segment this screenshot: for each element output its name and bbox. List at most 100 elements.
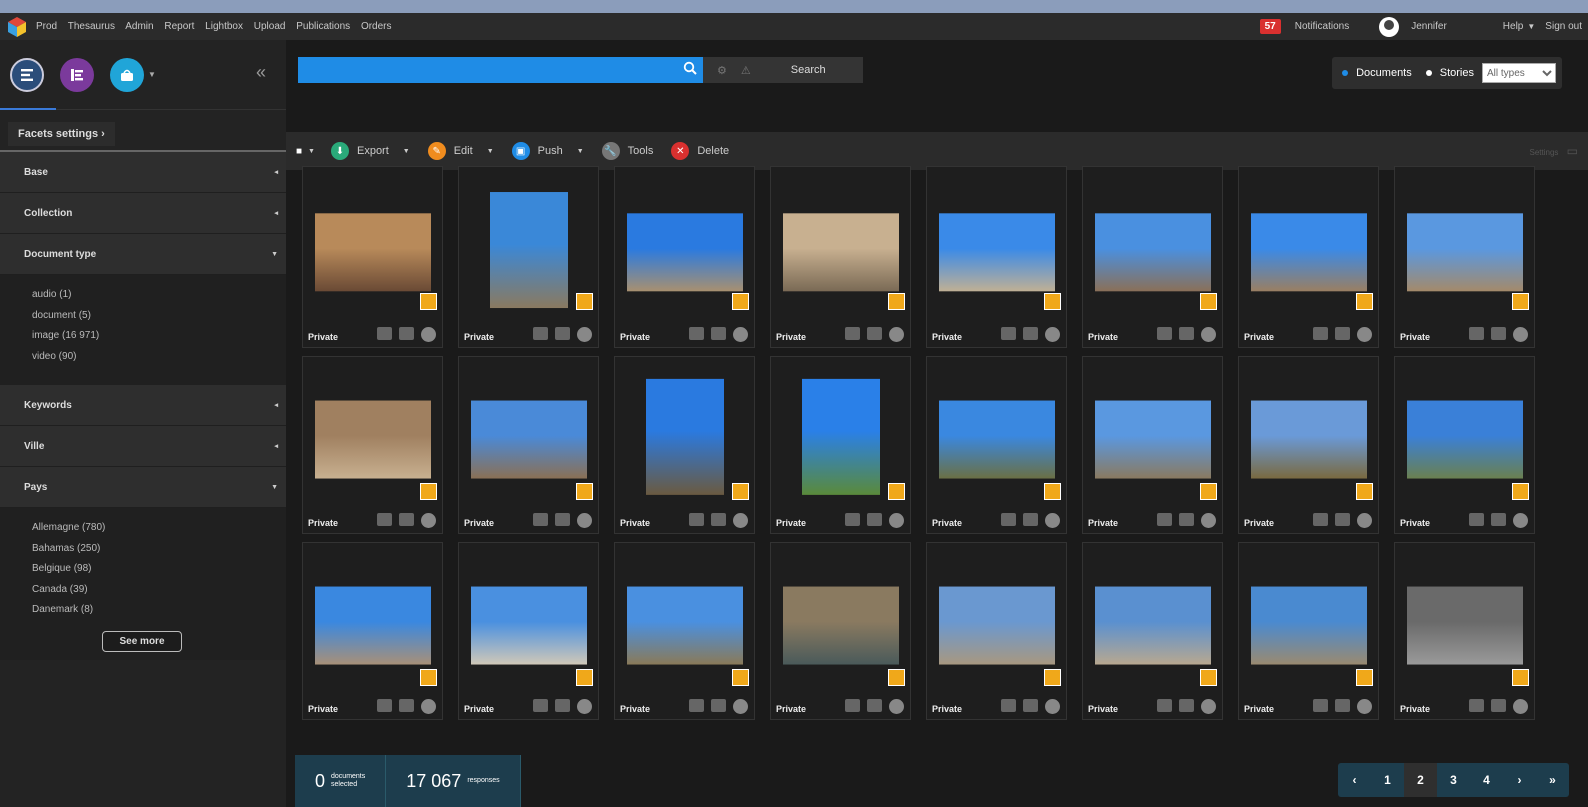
facet-base[interactable]: Base ◂	[0, 152, 286, 193]
card-menu-icon[interactable]	[533, 513, 548, 526]
pager-prev[interactable]: ‹	[1338, 763, 1371, 797]
pager-page-4[interactable]: 4	[1470, 763, 1503, 797]
info-icon[interactable]	[711, 327, 726, 340]
result-card[interactable]: Private	[1082, 166, 1223, 348]
more-icon[interactable]	[1357, 513, 1372, 528]
collapse-sidebar-icon[interactable]: «	[256, 62, 266, 83]
info-icon[interactable]	[399, 513, 414, 526]
info-icon[interactable]	[1179, 513, 1194, 526]
thumbnail-image[interactable]	[782, 213, 899, 292]
warning-icon[interactable]: ⚠	[741, 64, 751, 77]
thumbnail-image[interactable]	[314, 213, 431, 292]
card-menu-icon[interactable]	[1313, 327, 1328, 340]
facet-value[interactable]: audio (1)	[32, 289, 286, 310]
result-card[interactable]: Private	[302, 542, 443, 720]
result-card[interactable]: Private	[1394, 542, 1535, 720]
more-icon[interactable]	[889, 699, 904, 714]
settings-link[interactable]: Settings	[1530, 148, 1559, 157]
pager-next[interactable]: ›	[1503, 763, 1536, 797]
info-icon[interactable]	[1491, 513, 1506, 526]
card-menu-icon[interactable]	[377, 327, 392, 340]
result-card[interactable]: Private	[926, 356, 1067, 534]
help-menu[interactable]: Help	[1503, 21, 1524, 32]
pager-page-3[interactable]: 3	[1437, 763, 1470, 797]
nav-report[interactable]: Report	[164, 21, 194, 32]
settings-gear-icon[interactable]: ⚙	[717, 64, 727, 77]
thumbnail-image[interactable]	[1250, 213, 1367, 292]
facet-ville[interactable]: Ville ◂	[0, 426, 286, 467]
result-card[interactable]: Private	[458, 542, 599, 720]
facet-value[interactable]: Allemagne (780)	[32, 522, 286, 543]
select-caret-icon[interactable]: ▼	[308, 148, 315, 155]
monitor-icon[interactable]: ▭	[1567, 144, 1578, 158]
result-card[interactable]: Private	[614, 356, 755, 534]
app-logo-icon[interactable]	[6, 16, 28, 38]
result-card[interactable]: Private	[770, 356, 911, 534]
more-icon[interactable]	[1513, 513, 1528, 528]
result-card[interactable]: Private	[302, 356, 443, 534]
more-icon[interactable]	[421, 699, 436, 714]
card-menu-icon[interactable]	[1313, 513, 1328, 526]
thumbnail-image[interactable]	[626, 586, 743, 665]
more-icon[interactable]	[577, 699, 592, 714]
card-menu-icon[interactable]	[1157, 513, 1172, 526]
edit-button[interactable]: ✎ Edit ▼	[427, 142, 494, 160]
result-card[interactable]: Private	[1394, 166, 1535, 348]
result-card[interactable]: Private	[770, 542, 911, 720]
thumbnail-image[interactable]	[314, 586, 431, 665]
result-card[interactable]: Private	[1238, 542, 1379, 720]
more-icon[interactable]	[1513, 699, 1528, 714]
result-card[interactable]: Private	[770, 166, 911, 348]
pager-last[interactable]: »	[1536, 763, 1569, 797]
more-icon[interactable]	[1201, 327, 1216, 342]
card-menu-icon[interactable]	[377, 699, 392, 712]
facet-collection[interactable]: Collection ◂	[0, 193, 286, 234]
card-menu-icon[interactable]	[1001, 513, 1016, 526]
card-menu-icon[interactable]	[1157, 699, 1172, 712]
facet-value[interactable]: document (5)	[32, 310, 286, 331]
thumbnail-image[interactable]	[489, 192, 568, 309]
help-caret-icon[interactable]: ▼	[1527, 22, 1535, 31]
stories-option[interactable]: Stories	[1440, 67, 1474, 79]
facet-value[interactable]: Danemark (8)	[32, 604, 286, 625]
info-icon[interactable]	[867, 699, 882, 712]
result-card[interactable]: Private	[614, 166, 755, 348]
type-select[interactable]: All types	[1482, 63, 1556, 83]
thumbnail-image[interactable]	[801, 378, 880, 495]
pager-page-1[interactable]: 1	[1371, 763, 1404, 797]
edit-caret-icon[interactable]: ▼	[487, 148, 494, 155]
basket-tab-icon[interactable]	[110, 57, 144, 92]
export-button[interactable]: ⬇ Export ▼	[330, 142, 410, 160]
nav-publications[interactable]: Publications	[296, 21, 350, 32]
info-icon[interactable]	[867, 513, 882, 526]
more-icon[interactable]	[1045, 699, 1060, 714]
card-menu-icon[interactable]	[845, 513, 860, 526]
thumbnail-image[interactable]	[782, 586, 899, 665]
search-input[interactable]	[298, 57, 703, 83]
card-menu-icon[interactable]	[533, 699, 548, 712]
more-icon[interactable]	[1357, 327, 1372, 342]
more-icon[interactable]	[1201, 513, 1216, 528]
result-card[interactable]: Private	[458, 166, 599, 348]
facet-value[interactable]: Bahamas (250)	[32, 543, 286, 564]
search-button[interactable]: Search	[791, 64, 826, 76]
facet-value[interactable]: image (16 971)	[32, 330, 286, 351]
info-icon[interactable]	[711, 699, 726, 712]
card-menu-icon[interactable]	[845, 699, 860, 712]
delete-button[interactable]: ✕ Delete	[671, 142, 729, 160]
card-menu-icon[interactable]	[689, 327, 704, 340]
more-icon[interactable]	[1201, 699, 1216, 714]
facet-value[interactable]: Belgique (98)	[32, 563, 286, 584]
more-icon[interactable]	[733, 327, 748, 342]
result-card[interactable]: Private	[1082, 356, 1223, 534]
more-icon[interactable]	[421, 513, 436, 528]
info-icon[interactable]	[555, 327, 570, 340]
more-icon[interactable]	[577, 513, 592, 528]
facets-settings-button[interactable]: Facets settings ›	[8, 122, 115, 146]
info-icon[interactable]	[1335, 513, 1350, 526]
push-caret-icon[interactable]: ▼	[577, 148, 584, 155]
push-button[interactable]: ▣ Push ▼	[511, 142, 584, 160]
thumbnail-image[interactable]	[1250, 400, 1367, 479]
result-card[interactable]: Private	[1238, 166, 1379, 348]
stories-radio[interactable]	[1425, 70, 1432, 76]
